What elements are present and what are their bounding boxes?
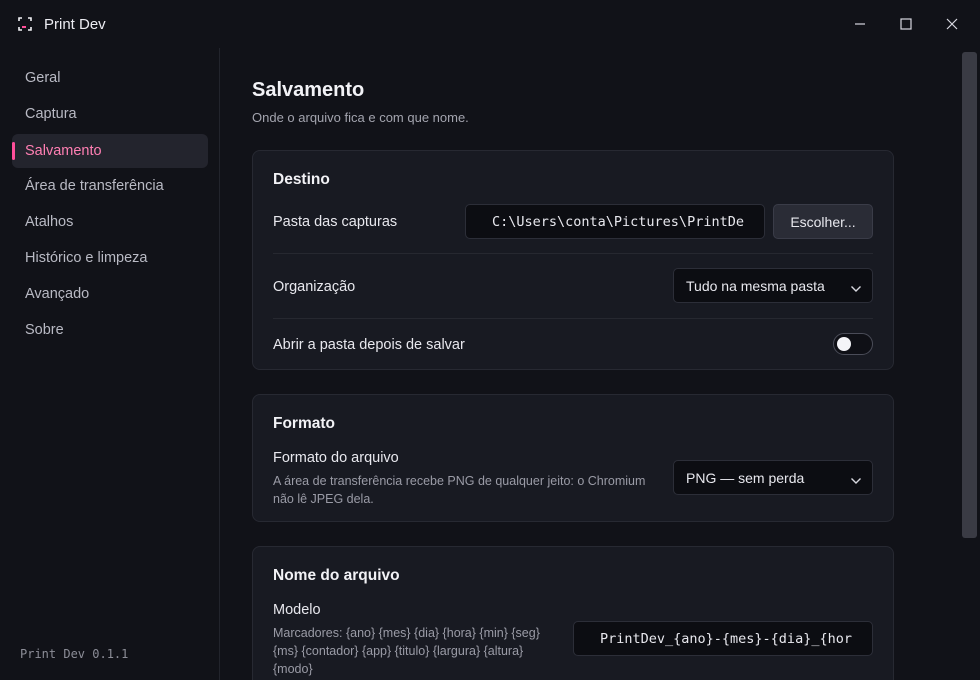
toggle-knob [837,336,851,351]
chevron-down-icon [850,281,862,292]
organization-select[interactable]: Tudo na mesma pasta [673,268,873,303]
sidebar-item-salvamento[interactable]: Salvamento [12,134,208,168]
model-hint-line-1: Marcadores: {ano} {mes} {dia} {hora} {mi… [273,626,540,640]
print-dev-logo-icon [18,17,32,31]
sidebar-item-historico-e-limpeza[interactable]: Histórico e limpeza [12,241,208,275]
app-title: Print Dev [44,16,106,33]
page-title: Salvamento [252,79,365,101]
model-hint: Marcadores: {ano} {mes} {dia} {hora} {mi… [273,624,540,678]
open-folder-toggle[interactable] [833,333,873,355]
scrollbar-thumb[interactable] [962,52,977,538]
filename-model-input[interactable]: PrintDev_{ano}-{mes}-{dia}_{hor [573,621,873,656]
minimize-icon[interactable] [850,14,870,34]
page-subtitle: Onde o arquivo fica e com que nome. [252,110,469,125]
sidebar-item-geral[interactable]: Geral [12,61,208,95]
title-bar: Print Dev [0,0,980,48]
open-folder-label: Abrir a pasta depois de salvar [273,337,465,353]
model-hint-line-3: {modo} [273,662,313,676]
format-hint-line-1: A área de transferência recebe PNG de qu… [273,474,646,488]
folder-label: Pasta das capturas [273,214,398,230]
organization-label: Organização [273,279,356,295]
close-icon[interactable] [942,14,962,34]
format-select-value: PNG — sem perda [686,469,805,486]
organization-select-value: Tudo na mesma pasta [686,277,825,294]
format-hint: A área de transferência recebe PNG de qu… [273,472,645,508]
sidebar-item-atalhos[interactable]: Atalhos [12,205,208,239]
nome-arquivo-title: Nome do arquivo [273,567,400,584]
choose-folder-button[interactable]: Escolher... [773,204,873,239]
divider [273,318,873,319]
model-hint-line-2: {ms} {contador} {app} {titulo} {largura}… [273,644,524,658]
maximize-icon[interactable] [896,14,916,34]
sidebar-item-avancado[interactable]: Avançado [12,277,208,311]
destino-title: Destino [273,171,330,188]
sidebar-item-captura[interactable]: Captura [12,97,208,131]
sidebar-item-sobre[interactable]: Sobre [12,313,208,347]
format-select[interactable]: PNG — sem perda [673,460,873,495]
destino-card: Destino Pasta das capturas C:\Users\cont… [252,150,894,370]
scrollbar[interactable] [961,48,980,680]
model-label: Modelo [273,602,321,618]
formato-card: Formato Formato do arquivo A área de tra… [252,394,894,522]
folder-path-input[interactable]: C:\Users\conta\Pictures\PrintDe [465,204,765,239]
chevron-down-icon [850,473,862,484]
version-label: Print Dev 0.1.1 [20,647,129,661]
nome-arquivo-card: Nome do arquivo Modelo Marcadores: {ano}… [252,546,894,680]
divider [273,253,873,254]
format-label: Formato do arquivo [273,450,399,466]
main-content: Salvamento Onde o arquivo fica e com que… [221,48,961,680]
sidebar: Geral Captura Salvamento Área de transfe… [0,48,220,680]
format-hint-line-2: não lê JPEG dela. [273,492,374,506]
formato-title: Formato [273,415,335,432]
sidebar-item-area-de-transferencia[interactable]: Área de transferência [12,169,208,203]
